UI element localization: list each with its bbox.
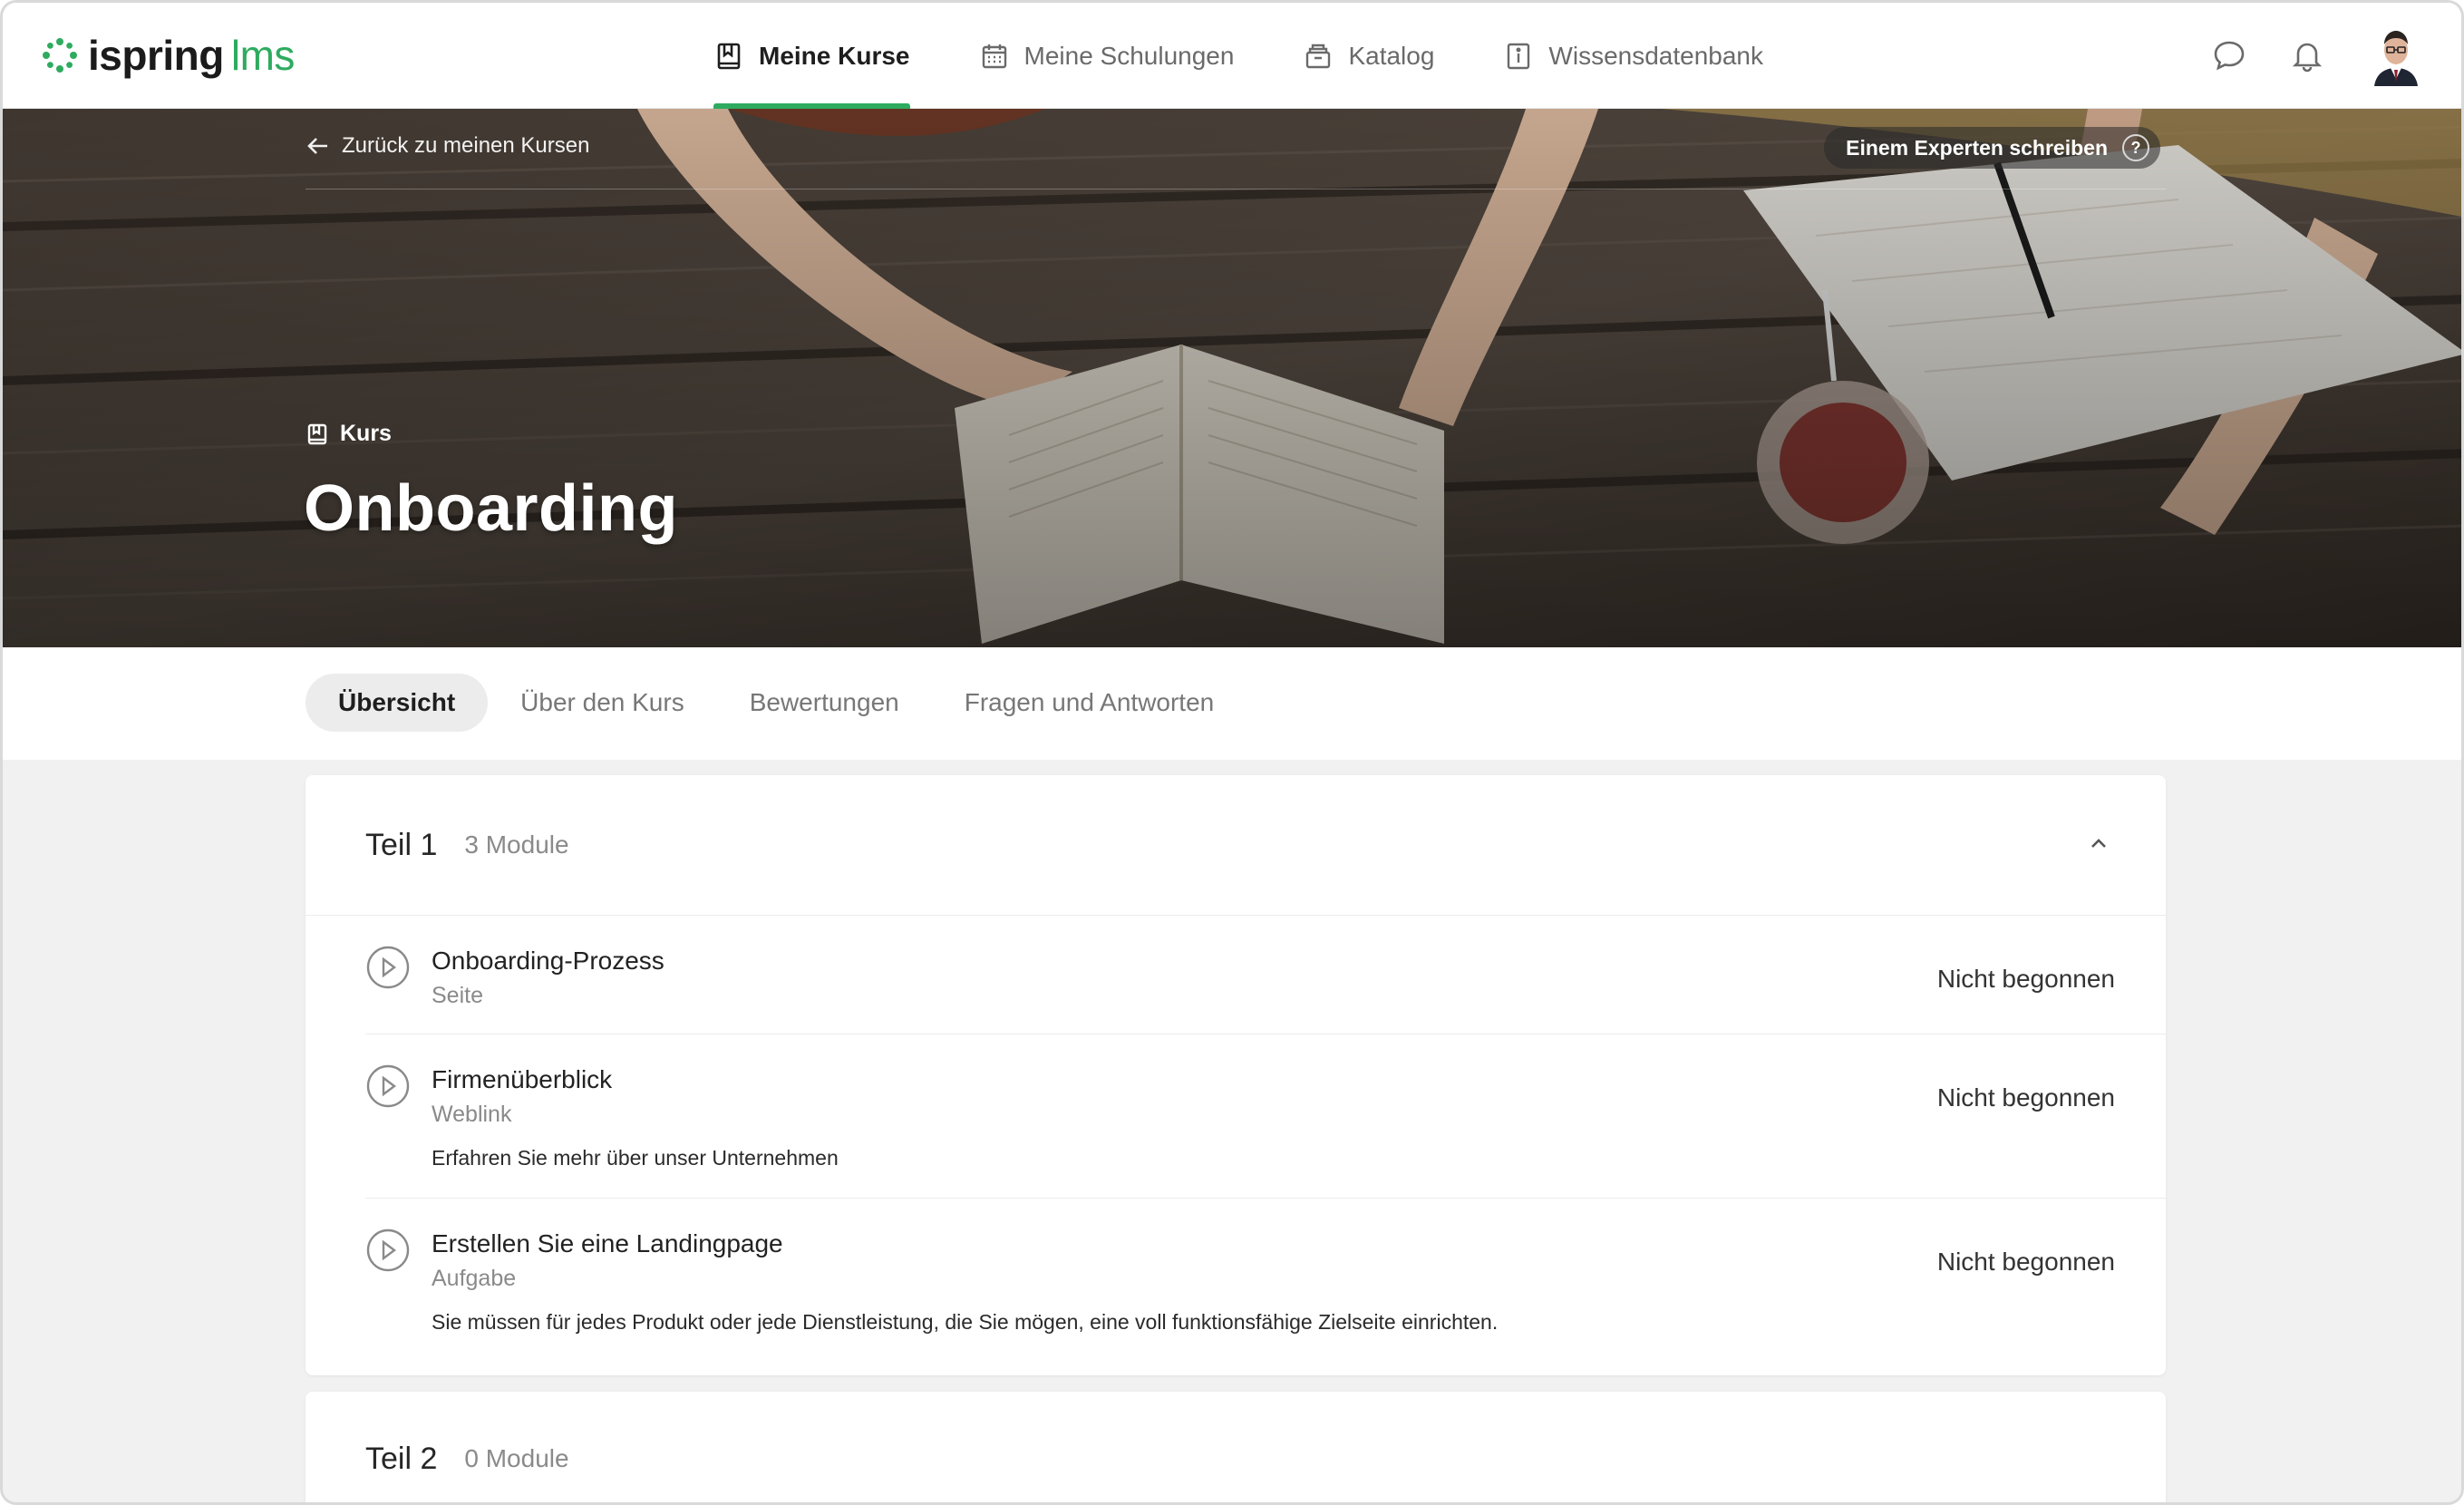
bell-icon[interactable] [2289,37,2325,73]
module-item[interactable]: Onboarding-Prozess Seite Nicht begonnen [365,916,2166,1034]
module-description: Erfahren Sie mehr über unser Unternehmen [432,1146,839,1170]
tab-fragen-und-antworten[interactable]: Fragen und Antworten [932,674,1247,732]
chat-icon[interactable] [2211,37,2247,73]
logo-text-suffix: lms [230,32,296,79]
header-actions [2169,23,2425,88]
nav-item-katalog[interactable]: Katalog [1303,3,1434,109]
nav-label: Wissensdatenbank [1548,41,1763,70]
nav-item-meine-schulungen[interactable]: Meine Schulungen [979,3,1235,109]
main-nav: Meine Kurse Meine Schulungen Katalog Wis… [713,3,1832,109]
nav-item-wissensdatenbank[interactable]: Wissensdatenbank [1503,3,1763,109]
logo-icon [43,38,77,73]
tab-ueber-den-kurs[interactable]: Über den Kurs [488,674,717,732]
module-status: Nicht begonnen [1936,1248,2115,1276]
section-module-count: 0 Module [464,1444,569,1472]
module-type: Seite [432,983,483,1008]
course-hero: Zurück zu meinen Kursen Einem Experten s… [3,109,2461,647]
play-circle-icon [366,1064,410,1108]
help-icon: ? [2122,134,2149,161]
catalog-icon [1306,44,1331,68]
section-module-count: 3 Module [464,830,569,859]
module-item[interactable]: Erstellen Sie eine Landingpage Aufgabe S… [365,1199,2166,1373]
module-status: Nicht begonnen [1936,965,2115,993]
module-title: Firmenüberblick [432,1065,613,1093]
top-bar: ispring lms Meine Kurse Meine Schulungen [3,3,2461,109]
module-type: Weblink [432,1102,512,1127]
write-expert-button[interactable]: Einem Experten schreiben ? [1824,127,2160,169]
section-card: Teil 1 3 Module Onboarding-Prozess Seite… [306,775,2166,1375]
tab-uebersicht[interactable]: Übersicht [306,674,489,732]
section-title: Teil 1 [365,827,438,862]
module-title: Erstellen Sie eine Landingpage [432,1229,783,1257]
info-book-icon [1508,43,1530,69]
content-type-text: Kurs [340,421,392,446]
nav-label: Meine Kurse [759,41,910,70]
back-link-label: Zurück zu meinen Kursen [342,133,590,158]
module-type: Aufgabe [432,1266,517,1291]
hero-image [3,109,2461,647]
chevron-up-icon[interactable] [2082,828,2115,860]
module-description: Sie müssen für jedes Produkt oder jede D… [432,1310,1499,1334]
back-to-courses-link[interactable]: Zurück zu meinen Kursen [306,133,589,159]
nav-label: Meine Schulungen [1023,41,1235,70]
book-icon [307,423,327,444]
app-window: ispring lms Meine Kurse Meine Schulungen [0,0,2464,1505]
nav-item-meine-kurse[interactable]: Meine Kurse [713,3,910,109]
calendar-icon [982,44,1006,68]
module-item[interactable]: Firmenüberblick Weblink Erfahren Sie meh… [365,1034,2166,1199]
tab-bewertungen[interactable]: Bewertungen [717,674,932,732]
logo-text: ispring [88,32,224,79]
book-icon [717,43,741,69]
section-title: Teil 2 [365,1441,438,1476]
section-header[interactable]: Teil 2 0 Module [306,1392,2166,1502]
section-card: Teil 2 0 Module [306,1392,2166,1502]
course-tabs: Übersicht Über den Kurs Bewertungen Frag… [3,647,2461,760]
avatar[interactable] [2367,24,2425,86]
content-type-label: Kurs [306,421,392,447]
play-circle-icon [366,946,410,989]
nav-label: Katalog [1348,41,1435,70]
write-expert-label: Einem Experten schreiben [1846,135,2108,160]
course-title: Onboarding [304,472,678,545]
logo[interactable]: ispring lms [41,30,295,81]
section-header[interactable]: Teil 1 3 Module [306,775,2166,916]
arrow-left-icon [307,138,327,154]
module-title: Onboarding-Prozess [432,947,665,975]
play-circle-icon [366,1228,410,1272]
module-status: Nicht begonnen [1936,1083,2115,1112]
